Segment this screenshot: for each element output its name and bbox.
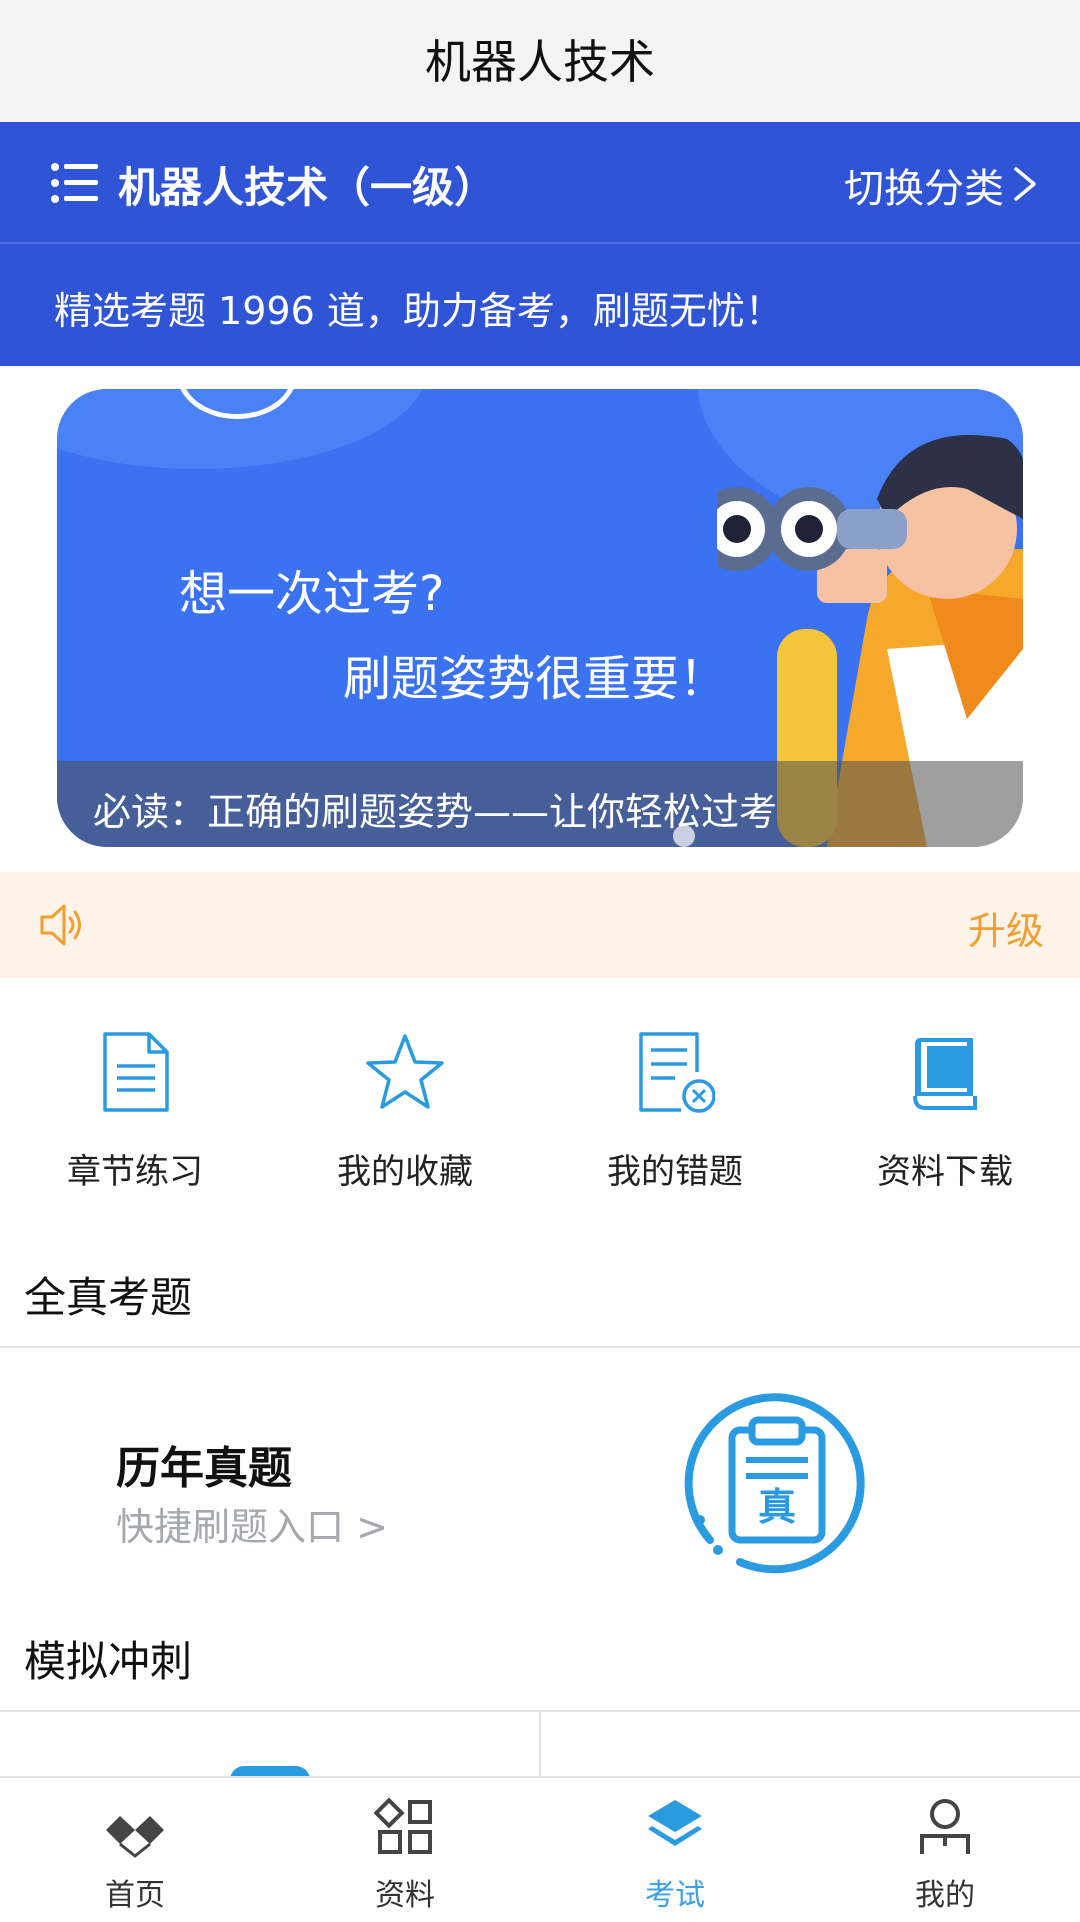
quick-action-label: 我的错题 — [607, 1152, 743, 1192]
quick-action-favorites[interactable]: 我的收藏 — [270, 1030, 540, 1200]
category-header: 机器人技术（一级） 切换分类 精选考题 1996 道，助力备考，刷题无忧！ — [0, 122, 1080, 366]
grid-icon — [374, 1797, 432, 1854]
past-papers-link[interactable]: 快捷刷题入口 > — [116, 1496, 388, 1551]
banner-caption: 必读：正确的刷题姿势——让你轻松过考 — [93, 790, 778, 834]
quick-action-label: 我的收藏 — [337, 1152, 473, 1192]
nav-home[interactable]: 首页 — [0, 1778, 270, 1922]
switch-category-button[interactable]: 切换分类 — [844, 156, 1004, 214]
quick-action-label: 章节练习 — [67, 1152, 203, 1192]
banner-line1: 想一次过考? — [179, 566, 445, 622]
banner-caption-bar: 必读：正确的刷题姿势——让你轻松过考 — [57, 761, 1023, 847]
list-menu-icon[interactable] — [50, 162, 100, 204]
nav-label: 我的 — [915, 1878, 975, 1913]
section-title-real-exam: 全真考题 — [24, 1273, 193, 1322]
nav-mine[interactable]: 我的 — [810, 1778, 1080, 1922]
promo-banner[interactable]: 想一次过考? 刷题姿势很重要！ 必读：正确的刷题姿势——让你轻松过考 — [57, 389, 1023, 847]
quick-action-downloads[interactable]: 资料下载 — [810, 1030, 1080, 1200]
nav-materials[interactable]: 资料 — [270, 1778, 540, 1922]
wrong-questions-icon — [639, 1032, 715, 1113]
page-title: 机器人技术 — [425, 35, 655, 89]
divider-vertical — [539, 1712, 541, 1776]
document-icon — [103, 1032, 169, 1112]
divider — [0, 1346, 1080, 1348]
past-papers-badge-text: 真 — [758, 1485, 796, 1529]
promo-text: 精选考题 1996 道，助力备考，刷题无忧！ — [54, 289, 783, 333]
upgrade-link[interactable]: 升级 — [968, 900, 1044, 955]
banner-line2: 刷题姿势很重要！ — [343, 651, 728, 707]
title-bar: 机器人技术 — [0, 0, 1080, 122]
quick-action-label: 资料下载 — [877, 1152, 1013, 1192]
banner-page-indicator[interactable] — [673, 825, 695, 847]
nav-exam[interactable]: 考试 — [540, 1778, 810, 1922]
quick-action-wrong-questions[interactable]: 我的错题 — [540, 1030, 810, 1200]
section-title-mock: 模拟冲刺 — [24, 1637, 193, 1686]
past-papers-clipboard-icon: 真 — [684, 1393, 865, 1574]
book-icon — [913, 1038, 977, 1110]
speaker-icon — [40, 904, 81, 946]
layers-icon — [648, 1800, 702, 1846]
past-papers-title: 历年真题 — [116, 1443, 292, 1494]
home-icon — [106, 1816, 164, 1858]
nav-label: 考试 — [645, 1878, 705, 1913]
chevron-right-icon[interactable] — [1012, 166, 1038, 202]
quick-action-chapter-practice[interactable]: 章节练习 — [0, 1030, 270, 1200]
notice-bar: 升级 — [0, 872, 1080, 978]
nav-label: 首页 — [105, 1878, 165, 1913]
category-title: 机器人技术（一级） — [118, 163, 497, 212]
star-icon — [366, 1034, 444, 1109]
user-icon — [920, 1799, 970, 1854]
nav-label: 资料 — [375, 1878, 435, 1913]
category-row[interactable]: 机器人技术（一级） 切换分类 — [0, 122, 1080, 244]
bottom-nav: 首页 资料 考试 我的 — [0, 1776, 1080, 1920]
